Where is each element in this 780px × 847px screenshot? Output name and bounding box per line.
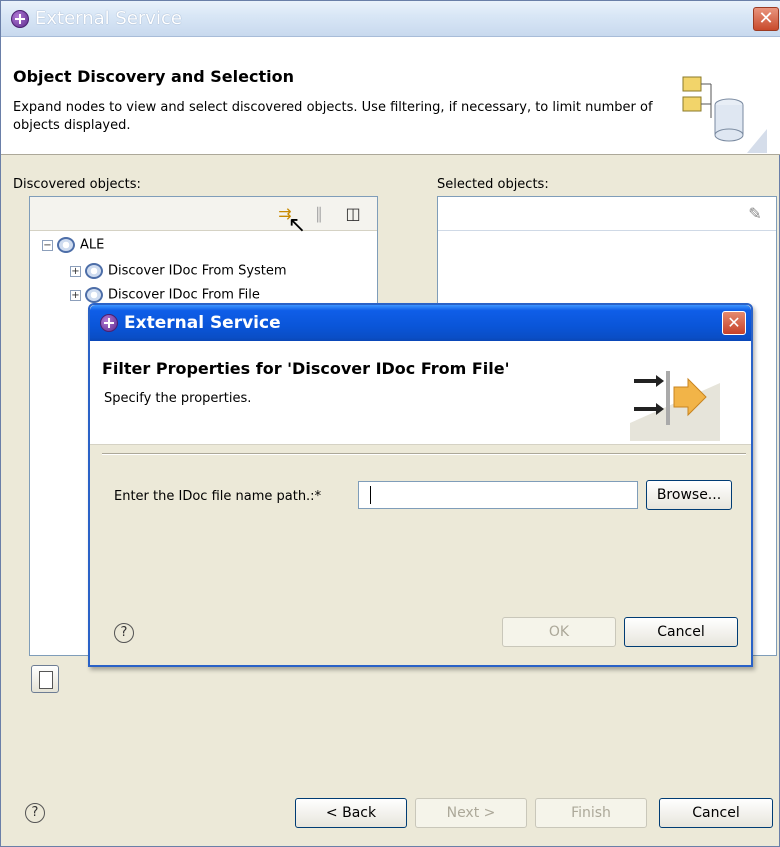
selected-toolbar: ✎ <box>438 197 776 231</box>
back-button[interactable]: < Back <box>295 798 407 828</box>
dialog-description: Specify the properties. <box>104 391 252 406</box>
dialog-separator <box>102 453 746 455</box>
discovered-objects-label: Discovered objects: <box>13 177 141 192</box>
page-description: Expand nodes to view and select discover… <box>13 100 653 133</box>
tree-node-label: ALE <box>80 237 105 253</box>
wizard-header: Object Discovery and Selection Expand no… <box>1 37 780 155</box>
dialog-close-button[interactable]: ✕ <box>722 311 746 335</box>
expand-icon[interactable]: + <box>70 265 81 277</box>
help-icon[interactable]: ? <box>25 803 45 823</box>
app-icon <box>11 10 29 28</box>
dialog-titlebar[interactable]: External Service ✕ <box>90 305 751 341</box>
outer-titlebar[interactable]: External Service ✕ <box>1 1 780 37</box>
dialog-header: Filter Properties for 'Discover IDoc Fro… <box>90 341 751 445</box>
discovered-toolbar: ⇉ ∥ ◫ ↖ <box>30 197 377 237</box>
filter-graphic-icon <box>630 371 720 441</box>
dialog-title: External Service <box>124 313 281 333</box>
outer-close-button[interactable]: ✕ <box>753 7 779 31</box>
tree-node-ale[interactable]: − ALE <box>42 237 104 253</box>
browse-button[interactable]: Browse... <box>646 480 732 510</box>
discovery-node-icon <box>85 287 103 303</box>
discovery-graphic-icon <box>682 76 767 153</box>
dialog-help-icon[interactable]: ? <box>114 623 134 643</box>
book-icon[interactable]: ◫ <box>342 203 364 225</box>
collapse-icon[interactable]: − <box>42 239 53 251</box>
app-icon <box>100 314 118 332</box>
page-title: Object Discovery and Selection <box>13 67 294 86</box>
text-cursor <box>370 486 371 504</box>
idoc-path-input[interactable] <box>358 481 638 509</box>
tree-node-discover-idoc-file[interactable]: + Discover IDoc From File <box>70 287 260 303</box>
discovery-node-icon <box>85 263 103 279</box>
ok-button[interactable]: OK <box>502 617 616 647</box>
selected-objects-label: Selected objects: <box>437 177 549 192</box>
idoc-path-label: Enter the IDoc file name path.:* <box>114 489 322 504</box>
edit-icon[interactable]: ✎ <box>744 203 766 225</box>
ale-node-icon <box>57 237 75 253</box>
tree-node-discover-idoc-system[interactable]: + Discover IDoc From System <box>70 263 287 279</box>
dialog-heading: Filter Properties for 'Discover IDoc Fro… <box>102 359 510 378</box>
outer-window-title: External Service <box>35 8 182 29</box>
expand-icon[interactable]: + <box>70 289 81 301</box>
finish-button[interactable]: Finish <box>535 798 647 828</box>
dialog-cancel-button[interactable]: Cancel <box>624 617 738 647</box>
tree-node-label: Discover IDoc From File <box>108 287 260 303</box>
cancel-button[interactable]: Cancel <box>659 798 773 828</box>
edit-query-icon[interactable]: ∥ <box>308 203 330 225</box>
tree-node-label: Discover IDoc From System <box>108 263 287 279</box>
mouse-cursor-icon: ↖ <box>287 213 307 238</box>
next-button[interactable]: Next > <box>415 798 527 828</box>
properties-button[interactable] <box>31 665 59 693</box>
filter-properties-dialog: External Service ✕ Filter Properties for… <box>88 303 753 667</box>
